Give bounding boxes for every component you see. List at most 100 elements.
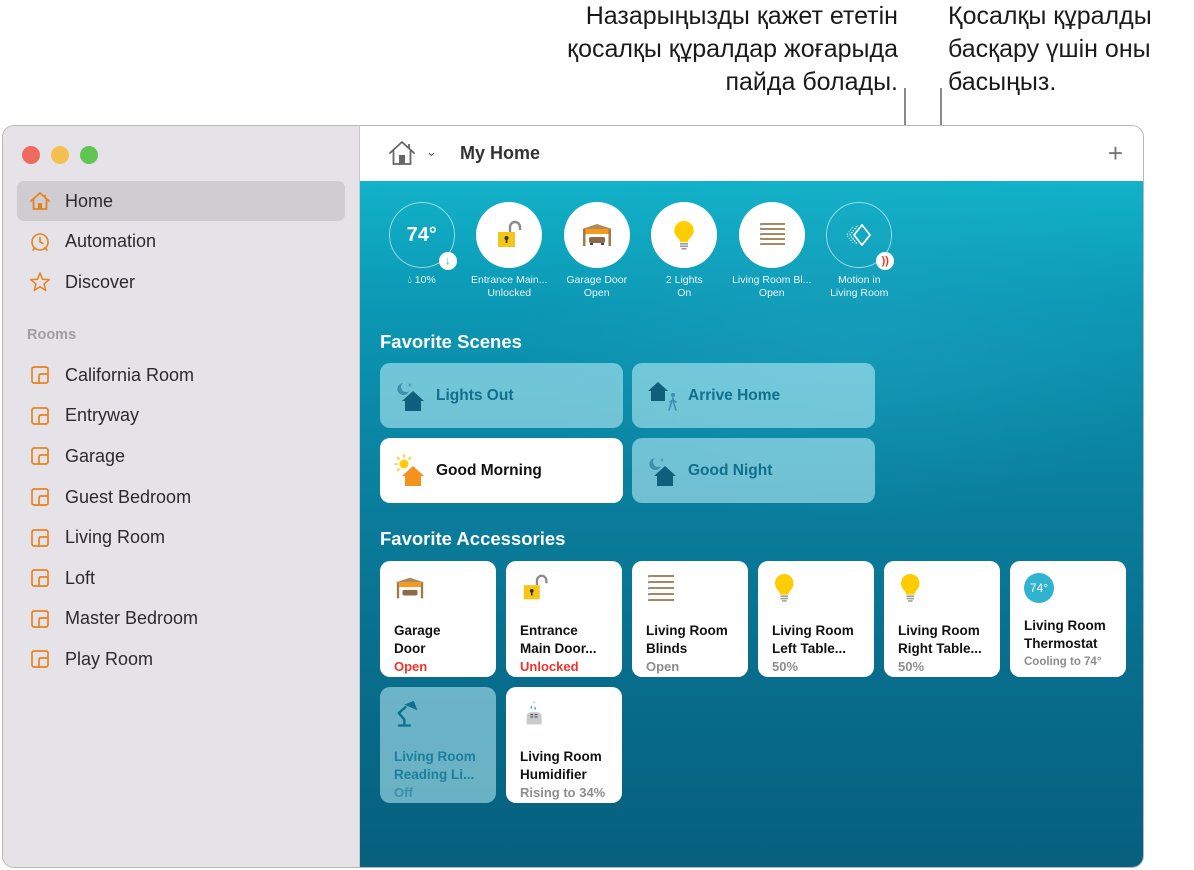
rooms-list: California Room Entryway Garage Guest Be…: [17, 355, 345, 680]
room-icon: [31, 407, 49, 425]
garage-door-icon: [563, 202, 630, 268]
sidebar-room-play-room[interactable]: Play Room: [17, 639, 345, 680]
lightbulb-icon: [900, 573, 920, 602]
humidity-value: 10%: [414, 274, 436, 286]
scene-label: Lights Out: [436, 386, 514, 404]
accessory-name: Living Room Reading Li...: [394, 749, 476, 782]
accessory-state: Cooling to 74°: [1024, 656, 1102, 668]
sidebar-item-label: Discover: [65, 271, 136, 292]
sidebar-room-living-room[interactable]: Living Room: [17, 517, 345, 558]
sidebar-item-label: Home: [65, 190, 114, 211]
garage-door-icon: [395, 577, 425, 599]
accessory-garage-door[interactable]: Garage Door Open: [380, 561, 496, 677]
accessory-state: Open: [646, 659, 680, 674]
scene-label: Good Morning: [436, 461, 542, 479]
scene-lights-out[interactable]: Lights Out: [380, 363, 623, 428]
favorite-accessories-title: Favorite Accessories: [380, 528, 566, 549]
status-row: 74° ↓ 💧︎ 10% Entrance Main... Unlocked G…: [378, 202, 903, 299]
accessory-state: Rising to 34%: [520, 785, 606, 800]
blinds-icon: [648, 575, 674, 601]
accessory-right-table-lamp[interactable]: Living Room Right Table... 50%: [884, 561, 1000, 677]
night-house-icon: [397, 382, 424, 411]
status-garage-door[interactable]: Garage Door Open: [553, 202, 641, 299]
status-climate[interactable]: 74° ↓ 💧︎ 10%: [378, 202, 466, 299]
accessory-left-table-lamp[interactable]: Living Room Left Table... 50%: [758, 561, 874, 677]
room-icon: [31, 610, 49, 628]
sidebar-room-garage[interactable]: Garage: [17, 436, 345, 477]
sidebar-room-loft[interactable]: Loft: [17, 558, 345, 599]
accessory-state: Off: [394, 785, 413, 800]
callout-tap-accessory: Қосалқы құралды басқару үшін оны басыңыз…: [948, 2, 1152, 96]
motion-sensor-icon: )): [826, 202, 895, 270]
accessory-living-room-thermostat[interactable]: 74° Living Room Thermostat Cooling to 74…: [1010, 561, 1126, 677]
accessory-state: Unlocked: [520, 659, 579, 674]
accessory-name: Entrance Main Door...: [520, 623, 597, 656]
status-entrance-lock[interactable]: Entrance Main... Unlocked: [466, 202, 554, 299]
status-lights[interactable]: 2 Lights On: [641, 202, 729, 299]
sidebar-room-entryway[interactable]: Entryway: [17, 396, 345, 437]
water-drop-icon: 💧︎: [407, 274, 412, 286]
room-icon: [31, 528, 49, 547]
motion-detected-icon: )): [876, 252, 895, 270]
status-motion[interactable]: )) Motion in Living Room: [816, 202, 904, 299]
page-title: My Home: [460, 143, 541, 163]
room-label: Living Room: [65, 527, 166, 548]
zoom-window-button[interactable]: [80, 146, 98, 164]
callout-status-accessories: Назарыңызды қажет ететін қосалқы құралда…: [567, 2, 898, 96]
room-icon: [31, 569, 49, 588]
sidebar-room-master-bedroom[interactable]: Master Bedroom: [17, 599, 345, 640]
sidebar-room-california-room[interactable]: California Room: [17, 355, 345, 396]
room-icon: [31, 488, 49, 506]
accessory-name: Living Room Blinds: [646, 623, 728, 656]
room-icon: [31, 650, 49, 669]
chevron-down-icon[interactable]: ⌄: [426, 144, 437, 160]
scene-good-morning[interactable]: Good Morning: [380, 438, 623, 503]
unlocked-padlock-icon: [523, 574, 548, 600]
thermostat-icon: 74° ↓: [388, 202, 457, 270]
main-pane: ⌄ My Home + 74° ↓ 💧︎ 10% Entrance Main..…: [360, 126, 1143, 867]
accessory-name: Living Room Humidifier: [520, 749, 602, 782]
blinds-icon: [738, 202, 805, 268]
accessory-state: Open: [394, 659, 428, 674]
cooling-arrow-icon: ↓: [438, 252, 457, 270]
arrive-home-icon: [648, 381, 677, 411]
accessory-state: 50%: [772, 659, 799, 674]
scene-good-night[interactable]: Good Night: [632, 438, 875, 503]
room-icon: [31, 447, 49, 466]
close-window-button[interactable]: [22, 146, 40, 164]
sidebar-nav: Home Automation Discover: [17, 181, 345, 303]
humidifier-icon: [526, 700, 542, 725]
sidebar-room-guest-bedroom[interactable]: Guest Bedroom: [17, 477, 345, 518]
minimize-window-button[interactable]: [51, 146, 69, 164]
home-content: 74° ↓ 💧︎ 10% Entrance Main... Unlocked G…: [360, 181, 1143, 867]
favorite-scenes-title: Favorite Scenes: [380, 331, 522, 352]
house-icon: [389, 141, 415, 165]
room-icon: [31, 366, 49, 385]
morning-house-icon: [394, 453, 424, 486]
sidebar: Home Automation Discover Rooms Californi…: [3, 126, 360, 867]
sidebar-item-discover[interactable]: Discover: [17, 262, 345, 302]
add-button[interactable]: +: [1108, 138, 1123, 169]
accessory-living-room-blinds[interactable]: Living Room Blinds Open: [632, 561, 748, 677]
accessory-name: Garage Door: [394, 623, 441, 656]
accessory-name: Living Room Left Table...: [772, 623, 854, 656]
toolbar: ⌄ My Home +: [360, 126, 1143, 181]
night-house-icon: [649, 457, 676, 486]
accessory-name: Living Room Right Table...: [898, 623, 982, 656]
sidebar-item-home[interactable]: Home: [17, 181, 345, 221]
accessory-entrance-main-door[interactable]: Entrance Main Door... Unlocked: [506, 561, 622, 677]
room-label: California Room: [65, 364, 195, 385]
scene-label: Good Night: [688, 461, 773, 479]
sidebar-item-automation[interactable]: Automation: [17, 222, 345, 262]
alarm-clock-icon: [29, 231, 51, 253]
accessory-reading-lamp[interactable]: Living Room Reading Li... Off: [380, 687, 496, 803]
home-switcher-button[interactable]: [387, 138, 417, 168]
room-label: Play Room: [65, 648, 154, 669]
window-controls: [22, 146, 98, 164]
favorite-scenes: Lights Out Arrive Home Good Morning Good…: [380, 363, 875, 503]
accessory-humidifier[interactable]: Living Room Humidifier Rising to 34%: [506, 687, 622, 803]
status-blinds[interactable]: Living Room Bl... Open: [728, 202, 816, 299]
room-label: Garage: [65, 445, 126, 466]
room-label: Guest Bedroom: [65, 486, 192, 507]
scene-arrive-home[interactable]: Arrive Home: [632, 363, 875, 428]
